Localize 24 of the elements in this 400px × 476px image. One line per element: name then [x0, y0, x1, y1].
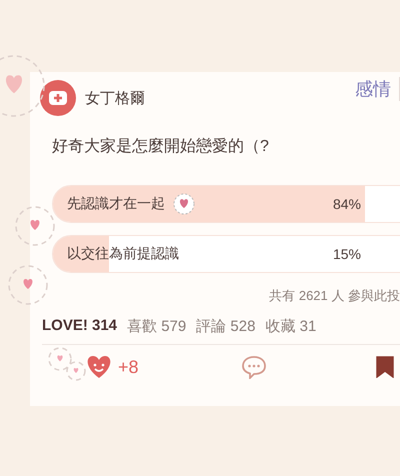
avatar-icon	[40, 80, 76, 116]
option-percent: 84%	[332, 196, 361, 212]
heart-bubble-icon	[15, 206, 55, 246]
poll-option[interactable]: 以交往為前提認識 15%	[52, 235, 400, 273]
board-link[interactable]: 感情	[355, 77, 400, 101]
love-count: LOVE! 314	[42, 317, 118, 336]
heart-bubble-icon	[48, 347, 72, 371]
poll-option[interactable]: 先認識才在一起 84%	[52, 185, 400, 223]
heart-icon[interactable]	[86, 355, 112, 379]
option-label: 以交往為前提認識	[67, 245, 179, 263]
stat-count: 評論 528	[196, 317, 256, 336]
option-percent: 15%	[332, 246, 361, 262]
heart-bubble-icon	[8, 265, 48, 305]
stat-count: 喜歡 579	[127, 317, 186, 336]
comment-icon[interactable]	[240, 355, 267, 379]
post-question: 好奇大家是怎麼開始戀愛的（?	[52, 136, 270, 157]
reaction-count: +8	[118, 356, 139, 378]
vote-summary: 共有 2621 人 參與此投	[268, 287, 400, 305]
stat-count: 收藏 31	[265, 317, 316, 336]
option-label: 先認識才在一起	[67, 195, 165, 213]
author-name: 女丁格爾	[85, 88, 145, 108]
heart-bubble-icon	[66, 361, 86, 381]
heart-bubble-icon	[0, 55, 45, 117]
bookmark-icon[interactable]	[376, 356, 394, 378]
